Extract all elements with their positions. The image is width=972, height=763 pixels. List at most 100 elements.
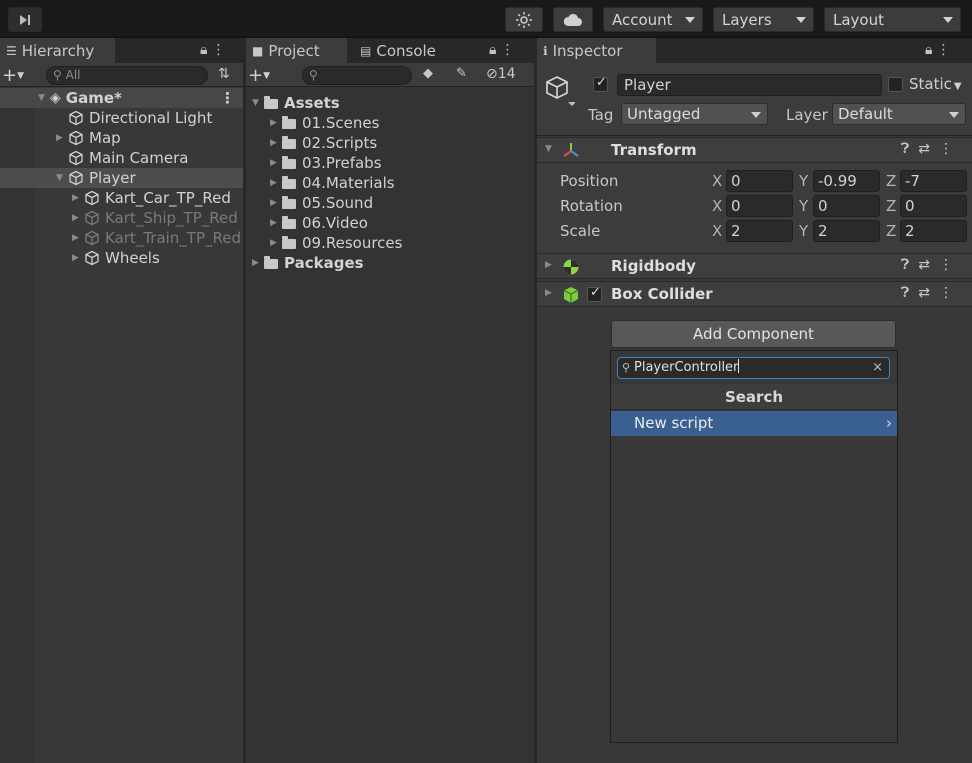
folder-item[interactable]: ▶ 05.Sound: [246, 193, 534, 213]
clear-icon[interactable]: ×: [872, 358, 883, 378]
step-button[interactable]: [8, 7, 42, 32]
more-icon[interactable]: ⋮: [500, 42, 518, 58]
expand-triangle-icon[interactable]: ▶: [545, 288, 552, 298]
expand-triangle-icon[interactable]: ▶: [270, 238, 282, 248]
axis-z-label[interactable]: Z: [886, 197, 896, 215]
rigidbody-header[interactable]: ▶ Rigidbody ❓︎⇄⋮: [537, 253, 972, 279]
lock-icon[interactable]: 🔒︎: [489, 42, 500, 58]
object-name-field[interactable]: Player: [617, 74, 882, 96]
expand-triangle-icon[interactable]: ▶: [270, 198, 282, 208]
expand-triangle-icon[interactable]: ▶: [270, 158, 282, 168]
more-icon[interactable]: ⋮: [939, 285, 962, 301]
cloud-button[interactable]: [553, 7, 593, 32]
component-search-input[interactable]: ⚲ PlayerController ×: [617, 357, 890, 379]
help-icon[interactable]: ❓︎: [901, 141, 918, 157]
expand-triangle-icon[interactable]: ▶: [545, 260, 552, 270]
more-icon[interactable]: ⋮: [939, 257, 962, 273]
layer-dropdown[interactable]: Default: [832, 103, 966, 125]
static-dropdown[interactable]: Static ▼: [909, 75, 962, 93]
position-x-field[interactable]: 0: [726, 170, 793, 192]
expand-triangle-icon[interactable]: ▼: [56, 173, 68, 183]
expand-triangle-icon[interactable]: ▼: [545, 144, 552, 154]
more-icon[interactable]: ⋮: [936, 42, 954, 58]
tab-hierarchy[interactable]: ☰ Hierarchy: [0, 38, 115, 63]
create-button[interactable]: +▼: [2, 65, 24, 86]
create-button[interactable]: +▼: [248, 65, 270, 86]
scale-z-field[interactable]: 2: [900, 220, 967, 242]
box-collider-enabled-checkbox[interactable]: [587, 285, 602, 302]
lock-icon[interactable]: 🔒︎: [200, 42, 211, 58]
lighting-button[interactable]: [505, 7, 543, 32]
axis-y-label[interactable]: Y: [799, 172, 808, 190]
lock-icon[interactable]: 🔒︎: [925, 42, 936, 58]
axis-z-label[interactable]: Z: [886, 222, 896, 240]
tag-dropdown[interactable]: Untagged: [621, 103, 768, 125]
axis-z-label[interactable]: Z: [886, 172, 896, 190]
expand-triangle-icon[interactable]: ▼: [252, 98, 264, 108]
expand-triangle-icon[interactable]: ▶: [270, 218, 282, 228]
filter-by-type-icon[interactable]: ◆: [423, 66, 433, 81]
tree-item-main-camera[interactable]: Main Camera: [0, 148, 243, 168]
box-collider-header[interactable]: ▶ Box Collider ❓︎⇄⋮: [537, 281, 972, 307]
more-icon[interactable]: ⋮: [939, 141, 962, 157]
axis-x-label[interactable]: X: [712, 197, 722, 215]
expand-triangle-icon[interactable]: ▶: [72, 193, 84, 203]
static-checkbox[interactable]: [888, 77, 903, 92]
transform-header[interactable]: ▼ Transform ❓︎⇄⋮: [537, 137, 972, 163]
active-checkbox[interactable]: [593, 75, 608, 92]
gameobject-cube-icon[interactable]: [543, 74, 575, 108]
expand-triangle-icon[interactable]: ▶: [56, 133, 68, 143]
tab-project[interactable]: ■ Project: [246, 38, 347, 63]
account-dropdown[interactable]: Account: [603, 7, 703, 32]
axis-x-label[interactable]: X: [712, 172, 722, 190]
sort-icon[interactable]: ⇅: [218, 66, 230, 82]
expand-triangle-icon[interactable]: ▶: [252, 258, 264, 268]
scale-y-field[interactable]: 2: [813, 220, 880, 242]
expand-triangle-icon[interactable]: ▶: [72, 233, 84, 243]
expand-triangle-icon[interactable]: ▶: [72, 253, 84, 263]
tree-item-directional-light[interactable]: Directional Light: [0, 108, 243, 128]
folder-item[interactable]: ▶ 03.Prefabs: [246, 153, 534, 173]
expand-triangle-icon[interactable]: ▶: [270, 118, 282, 128]
rotation-x-field[interactable]: 0: [726, 195, 793, 217]
folder-item[interactable]: ▶ 06.Video: [246, 213, 534, 233]
tree-item-map[interactable]: ▶ Map: [0, 128, 243, 148]
folder-item[interactable]: ▶ 01.Scenes: [246, 113, 534, 133]
expand-triangle-icon[interactable]: ▶: [270, 178, 282, 188]
expand-triangle-icon[interactable]: ▶: [270, 138, 282, 148]
tab-console[interactable]: ▤ Console: [354, 38, 454, 63]
rotation-z-field[interactable]: 0: [900, 195, 967, 217]
packages-folder[interactable]: ▶ Packages: [246, 253, 534, 273]
axis-x-label[interactable]: X: [712, 222, 722, 240]
layout-dropdown[interactable]: Layout: [824, 7, 961, 32]
layers-dropdown[interactable]: Layers: [713, 7, 814, 32]
tree-item-kart-ship[interactable]: ▶ Kart_Ship_TP_Red: [0, 208, 243, 228]
preset-icon[interactable]: ⇄: [918, 257, 939, 273]
rotation-y-field[interactable]: 0: [813, 195, 880, 217]
axis-y-label[interactable]: Y: [799, 197, 808, 215]
preset-icon[interactable]: ⇄: [918, 141, 939, 157]
scene-row[interactable]: ▼ ◈ Game* ⋮: [0, 88, 243, 108]
help-icon[interactable]: ❓︎: [901, 285, 918, 301]
help-icon[interactable]: ❓︎: [901, 257, 918, 273]
more-icon[interactable]: ⋮: [220, 89, 235, 107]
add-component-button[interactable]: Add Component: [611, 320, 896, 348]
tree-item-kart-train[interactable]: ▶ Kart_Train_TP_Red: [0, 228, 243, 248]
position-z-field[interactable]: -7: [900, 170, 967, 192]
preset-icon[interactable]: ⇄: [918, 285, 939, 301]
axis-y-label[interactable]: Y: [799, 222, 808, 240]
folder-item[interactable]: ▶ 04.Materials: [246, 173, 534, 193]
tree-item-player[interactable]: ▼ Player: [0, 168, 243, 188]
tree-item-kart-car[interactable]: ▶ Kart_Car_TP_Red: [0, 188, 243, 208]
expand-triangle-icon[interactable]: ▼: [38, 93, 50, 103]
position-y-field[interactable]: -0.99: [813, 170, 880, 192]
filter-by-label-icon[interactable]: ✎: [456, 66, 467, 81]
scale-x-field[interactable]: 2: [726, 220, 793, 242]
tree-item-wheels[interactable]: ▶ Wheels: [0, 248, 243, 268]
more-icon[interactable]: ⋮: [211, 42, 229, 58]
project-search-input[interactable]: ⚲: [302, 66, 412, 85]
assets-folder[interactable]: ▼ Assets: [246, 93, 534, 113]
hidden-packages-toggle[interactable]: ⊘14: [486, 66, 516, 82]
folder-item[interactable]: ▶ 02.Scripts: [246, 133, 534, 153]
folder-item[interactable]: ▶ 09.Resources: [246, 233, 534, 253]
